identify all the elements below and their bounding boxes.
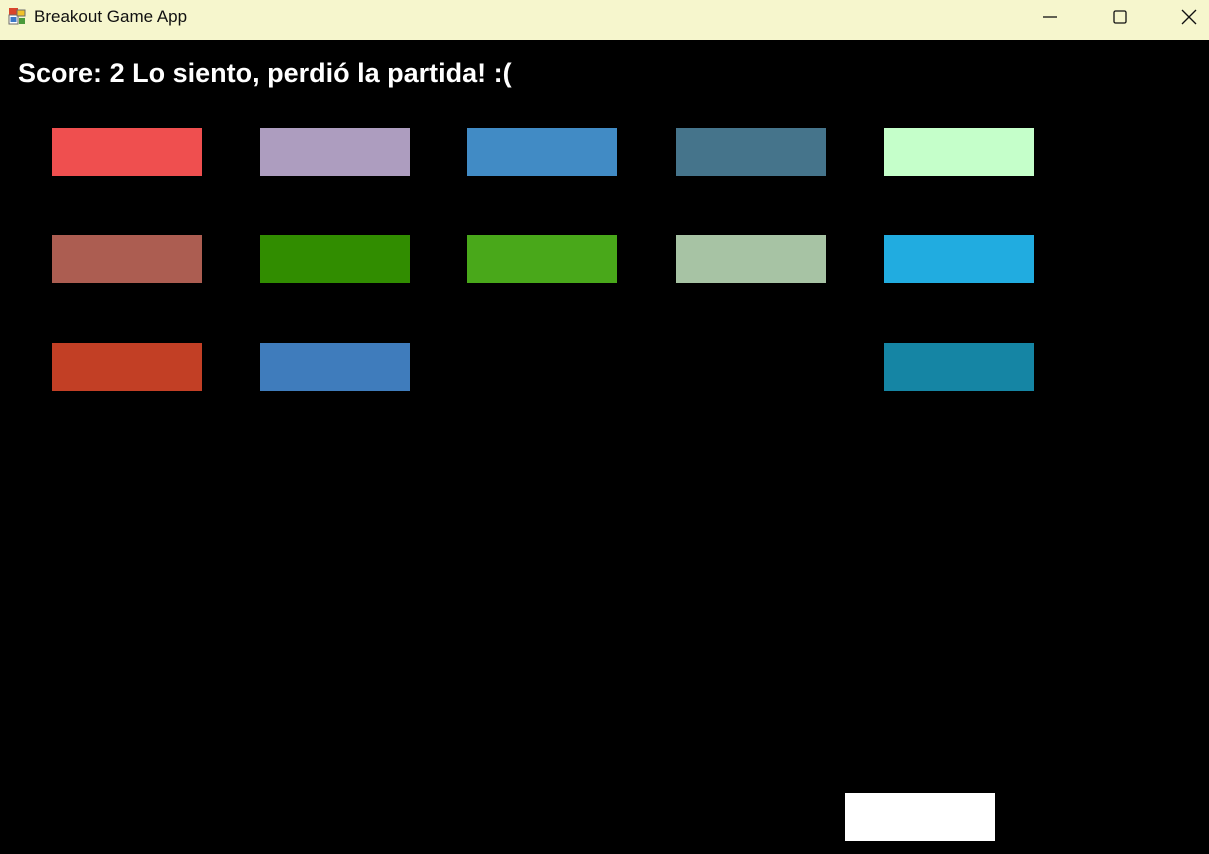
brick-r2-c1 [52,235,202,283]
maximize-button[interactable] [1097,0,1143,34]
brick-r1-c2 [260,128,410,176]
brick-r2-c2 [260,235,410,283]
app-window: Breakout Game App Score: 2 Lo siento, pe… [0,0,1209,854]
brick-r2-c5 [884,235,1034,283]
close-button[interactable] [1166,0,1209,34]
brick-r2-c3 [467,235,617,283]
brick-r2-c4 [676,235,826,283]
brick-r1-c5 [884,128,1034,176]
paddle[interactable] [845,793,995,841]
score-status-line: Score: 2 Lo siento, perdió la partida! :… [18,57,512,89]
app-icon [8,7,26,25]
brick-r1-c3 [467,128,617,176]
close-icon [1181,9,1197,25]
window-title: Breakout Game App [34,7,188,26]
brick-r1-c4 [676,128,826,176]
score-label: Score: [18,58,103,88]
brick-r3-c5 [884,343,1034,391]
brick-r1-c1 [52,128,202,176]
brick-r3-c2 [260,343,410,391]
status-message: Lo siento, perdió la partida! :( [132,58,512,88]
game-area[interactable]: Score: 2 Lo siento, perdió la partida! :… [0,40,1209,854]
minimize-button[interactable] [1027,0,1073,34]
brick-r3-c1 [52,343,202,391]
minimize-icon [1042,9,1058,25]
score-value: 2 [109,58,125,88]
title-bar[interactable]: Breakout Game App [0,0,1209,40]
maximize-icon [1112,9,1128,25]
